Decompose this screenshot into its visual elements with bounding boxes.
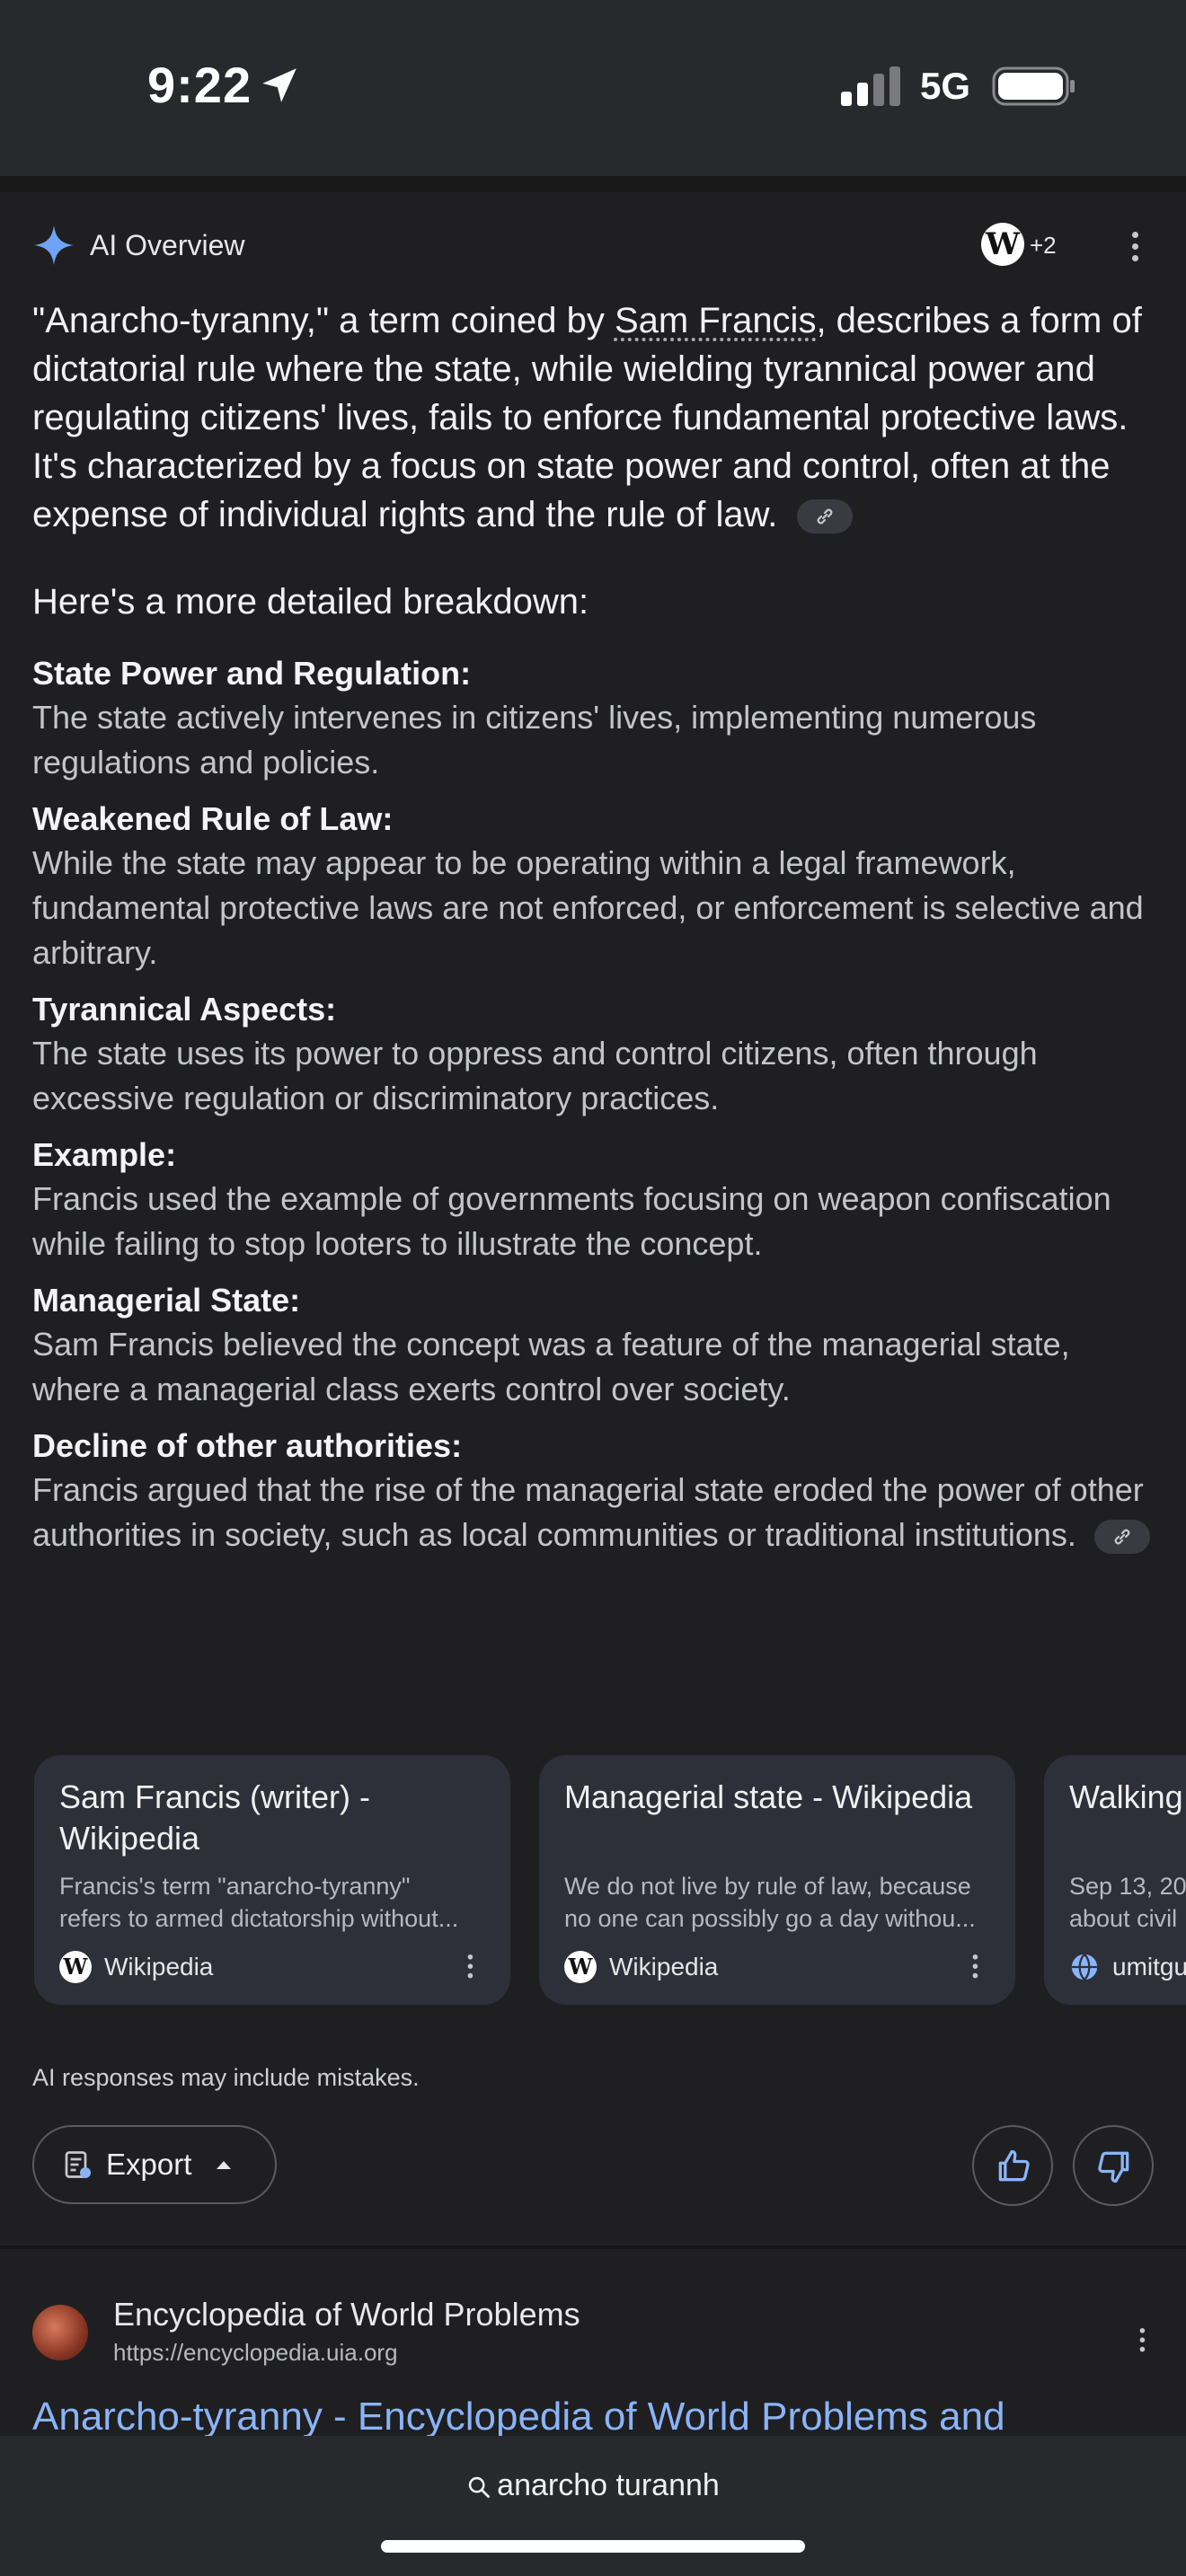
source-cards-carousel[interactable]: Sam Francis (writer) - Wikipedia Francis…: [34, 1755, 1186, 2007]
source-snippet: no one can possibly go a day withou...: [564, 1905, 976, 1932]
thumbs-down-icon: [1098, 2151, 1129, 2183]
breakdown-item: Tyrannical Aspects: The state uses its p…: [32, 988, 1164, 1121]
link-icon: [817, 509, 832, 525]
item-body: Sam Francis believed the concept was a f…: [32, 1326, 1070, 1407]
result-site-name[interactable]: Encyclopedia of World Problems: [113, 2296, 580, 2333]
sam-francis-link[interactable]: Sam Francis: [615, 301, 817, 340]
export-label: Export: [106, 2148, 192, 2181]
item-body: The state uses its power to oppress and …: [32, 1035, 1038, 1116]
more-options-icon[interactable]: [971, 1954, 978, 1983]
item-body: Francis argued that the rise of the mana…: [32, 1468, 1164, 1557]
source-card[interactable]: Managerial state - Wikipedia We do not l…: [539, 1755, 1015, 2005]
search-query: anarcho turannh: [497, 2468, 720, 2502]
source-snippet: Francis's term "anarcho-tyranny": [59, 1873, 411, 1900]
source-snippet: We do not live by rule of law, because: [564, 1873, 971, 1900]
item-title: Weakened Rule of Law:: [32, 800, 394, 837]
breakdown-item: Decline of other authorities: Francis ar…: [32, 1425, 1164, 1557]
more-options-icon[interactable]: [1130, 232, 1139, 268]
source-site: umitgu: [1112, 1953, 1186, 1981]
source-title: Managerial state - Wikipedia: [564, 1778, 973, 1815]
export-doc-icon: [65, 2151, 91, 2178]
battery-icon: [992, 66, 1075, 106]
item-title: State Power and Regulation:: [32, 655, 472, 692]
status-bar: 9:22 5G: [0, 0, 1186, 176]
wikipedia-source-icon[interactable]: W: [981, 223, 1024, 266]
breakdown-heading: Here's a more detailed breakdown:: [32, 582, 589, 622]
breakdown-item: Managerial State: Sam Francis believed t…: [32, 1279, 1164, 1412]
source-card[interactable]: Walking The Fra Sep 13, 20 about civil u…: [1044, 1755, 1186, 2005]
globe-icon: [1071, 1954, 1098, 1981]
item-body-text: Francis argued that the rise of the mana…: [32, 1471, 1144, 1553]
thumbs-down-button[interactable]: [1073, 2125, 1154, 2206]
breakdown-item: Weakened Rule of Law: While the state ma…: [32, 798, 1164, 975]
status-time: 9:22: [147, 57, 252, 113]
source-count[interactable]: +2: [1030, 232, 1057, 260]
ai-overview-header: AI Overview: [32, 223, 244, 268]
citation-link-button[interactable]: [1093, 1520, 1150, 1555]
caret-up-icon: [217, 2161, 232, 2169]
item-title: Managerial State:: [32, 1282, 301, 1319]
source-site: Wikipedia: [104, 1953, 214, 1981]
source-footer: W Wikipedia: [59, 1949, 213, 1985]
ai-overview-label: AI Overview: [90, 228, 245, 261]
citation-link-button[interactable]: [796, 499, 853, 534]
bottom-search-bar: [0, 2436, 1186, 2576]
network-type: 5G: [920, 65, 971, 107]
source-snippet: about civil: [1069, 1905, 1178, 1932]
divider: [0, 176, 1186, 192]
site-favicon: [32, 2305, 88, 2360]
cellular-signal-icon: [841, 66, 900, 106]
breakdown-list: State Power and Regulation: The state ac…: [32, 652, 1164, 1570]
source-site: Wikipedia: [609, 1953, 719, 1981]
ai-disclaimer: AI responses may include mistakes.: [32, 2064, 420, 2091]
item-title: Decline of other authorities:: [32, 1427, 463, 1464]
breakdown-item: Example: Francis used the example of gov…: [32, 1134, 1164, 1266]
breakdown-item: State Power and Regulation: The state ac…: [32, 652, 1164, 785]
search-query-field[interactable]: anarcho turannh: [0, 2468, 1186, 2503]
ai-overview-summary: "Anarcho-tyranny," a term coined by Sam …: [32, 296, 1164, 539]
thumbs-up-button[interactable]: [972, 2125, 1053, 2206]
more-options-icon[interactable]: [1138, 2328, 1146, 2357]
item-title: Tyrannical Aspects:: [32, 991, 337, 1028]
item-body: While the state may appear to be operati…: [32, 844, 1144, 971]
summary-text-start: "Anarcho-tyranny," a term coined by: [32, 301, 615, 340]
result-title-link[interactable]: Anarcho-tyranny - Encyclopedia of World …: [32, 2395, 1005, 2439]
source-footer: W Wikipedia: [564, 1949, 718, 1985]
source-snippet: Sep 13, 20: [1069, 1873, 1186, 1900]
source-footer: umitgu: [1069, 1949, 1186, 1985]
source-snippet: refers to armed dictatorship without...: [59, 1905, 459, 1932]
item-body: Francis used the example of governments …: [32, 1180, 1111, 1262]
home-indicator[interactable]: [381, 2540, 805, 2553]
source-card[interactable]: Sam Francis (writer) - Wikipedia Francis…: [34, 1755, 510, 2005]
result-url[interactable]: https://encyclopedia.uia.org: [113, 2339, 398, 2367]
wikipedia-icon: W: [564, 1951, 597, 1983]
source-title: Walking The Fra: [1069, 1778, 1186, 1815]
thumbs-up-icon: [998, 2149, 1030, 2182]
more-options-icon[interactable]: [466, 1954, 474, 1983]
location-arrow-icon: [262, 68, 296, 102]
export-button[interactable]: Export: [32, 2125, 277, 2204]
search-icon: [468, 2476, 491, 2498]
link-icon: [1114, 1530, 1130, 1545]
wikipedia-icon: W: [59, 1951, 92, 1983]
item-title: Example:: [32, 1136, 177, 1173]
sparkle-icon: [34, 225, 74, 265]
item-body: The state actively intervenes in citizen…: [32, 699, 1037, 781]
source-title: Sam Francis (writer) - Wikipedia: [59, 1778, 371, 1857]
